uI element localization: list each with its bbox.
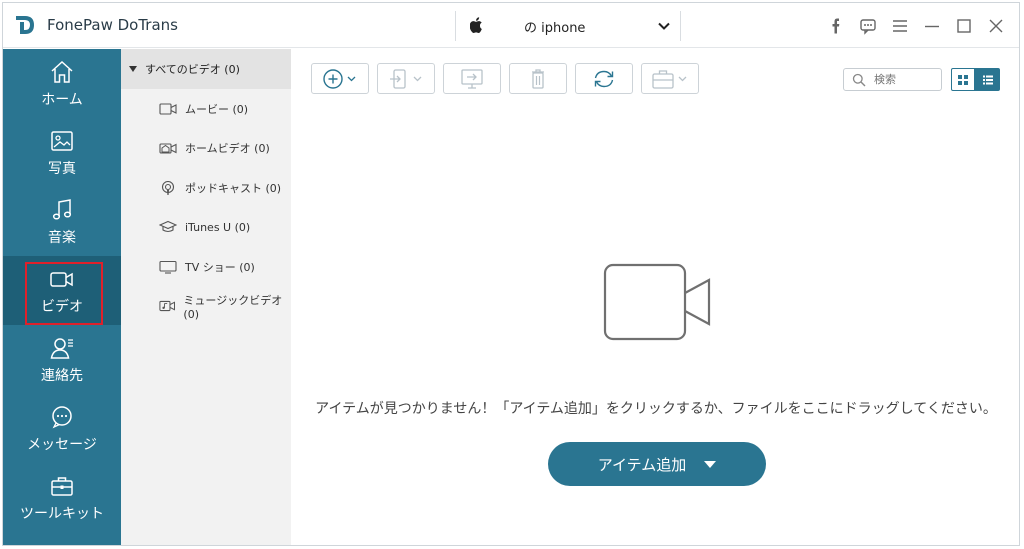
category-all-videos[interactable]: すべてのビデオ (0) <box>121 49 291 89</box>
caret-down-icon <box>704 460 717 468</box>
category-item-label: iTunes U (0) <box>185 220 251 234</box>
app-window: FonePaw DoTrans の iphone ホーム 写真 音楽 ビデオ 連… <box>2 2 1020 546</box>
search-input[interactable] <box>874 73 934 86</box>
add-item-button-label: アイテム追加 <box>597 455 687 474</box>
menu-icon[interactable] <box>891 17 909 35</box>
chevron-down-icon <box>658 22 670 30</box>
nav-item-contacts[interactable]: 連絡先 <box>3 325 121 394</box>
category-item-label: ポッドキャスト (0) <box>185 181 282 195</box>
title-bar: FonePaw DoTrans の iphone <box>3 3 1019 48</box>
add-item-button[interactable]: アイテム追加 <box>548 442 766 486</box>
home-video-icon <box>159 143 177 154</box>
itunes-u-icon <box>159 221 177 233</box>
category-item-movies[interactable]: ムービー (0) <box>121 89 291 129</box>
category-item-label: TV ショー (0) <box>185 260 255 274</box>
main-content: アイテムが見つかりません！「アイテム追加」をクリックするか、ファイルをここにドラ… <box>291 49 1019 545</box>
contacts-icon <box>50 337 73 359</box>
search-box[interactable] <box>843 68 942 91</box>
apple-icon <box>470 17 482 33</box>
category-item-itunes-u[interactable]: iTunes U (0) <box>121 208 291 248</box>
app-title: FonePaw DoTrans <box>47 16 178 34</box>
nav-item-label: 写真 <box>48 160 76 177</box>
search-icon <box>852 73 866 86</box>
window-controls <box>827 17 1005 35</box>
category-item-label: ホームビデオ (0) <box>185 142 270 156</box>
movie-icon <box>159 103 177 115</box>
photo-icon <box>51 130 73 151</box>
refresh-button[interactable] <box>575 63 633 94</box>
close-icon[interactable] <box>987 17 1005 35</box>
maximize-icon[interactable] <box>955 17 973 35</box>
nav-item-toolkit[interactable]: ツールキット <box>3 463 121 532</box>
nav-item-music[interactable]: 音楽 <box>3 187 121 256</box>
nav-item-home[interactable]: ホーム <box>3 49 121 118</box>
trash-icon <box>532 68 544 89</box>
category-item-home-video[interactable]: ホームビデオ (0) <box>121 129 291 169</box>
delete-button[interactable] <box>509 63 567 94</box>
nav-item-label: メッセージ <box>27 436 97 453</box>
toolbox-icon <box>652 69 687 89</box>
podcast-icon <box>161 180 175 195</box>
music-icon <box>52 198 72 220</box>
nav-item-label: ツールキット <box>20 505 104 522</box>
grid-view-button[interactable] <box>951 68 975 91</box>
message-icon <box>52 405 72 428</box>
toolkit-icon <box>51 476 73 496</box>
category-item-label: ミュージックビデオ (0) <box>183 293 283 321</box>
refresh-icon <box>594 70 614 87</box>
nav-item-photos[interactable]: 写真 <box>3 118 121 187</box>
category-item-label: ムービー (0) <box>185 102 249 116</box>
export-to-pc-button[interactable] <box>443 63 501 94</box>
nav-item-label: 音楽 <box>48 229 76 246</box>
category-panel: すべてのビデオ (0) ムービー (0) ホームビデオ (0) ポッドキャスト … <box>121 49 291 545</box>
category-item-podcasts[interactable]: ポッドキャスト (0) <box>121 168 291 208</box>
add-icon <box>323 68 356 89</box>
active-highlight-box <box>25 262 103 325</box>
add-button[interactable] <box>311 63 369 94</box>
app-logo-icon <box>16 16 34 34</box>
device-name: の iphone <box>524 21 586 36</box>
toolbar <box>311 63 699 95</box>
main-sidebar: ホーム 写真 音楽 ビデオ 連絡先 メッセージ ツールキット <box>3 49 121 545</box>
feedback-icon[interactable] <box>859 17 877 35</box>
export-to-device-button[interactable] <box>377 63 435 94</box>
device-selector[interactable]: の iphone <box>455 11 681 41</box>
toolbox-button[interactable] <box>641 63 699 94</box>
home-icon <box>51 60 73 83</box>
facebook-icon[interactable] <box>827 17 845 35</box>
list-icon <box>982 75 993 84</box>
empty-state-message: アイテムが見つかりません！「アイテム追加」をクリックするか、ファイルをここにドラ… <box>315 401 997 417</box>
category-header-label: すべてのビデオ (0) <box>145 63 240 76</box>
music-video-icon <box>159 301 176 312</box>
grid-icon <box>958 74 968 85</box>
export-pc-icon <box>461 68 483 89</box>
nav-item-label: 連絡先 <box>41 367 83 384</box>
empty-video-icon <box>603 263 711 341</box>
caret-down-icon <box>129 66 137 72</box>
minimize-icon[interactable] <box>923 17 941 35</box>
category-item-tv-shows[interactable]: TV ショー (0) <box>121 247 291 287</box>
category-item-music-videos[interactable]: ミュージックビデオ (0) <box>121 287 291 327</box>
list-view-button[interactable] <box>975 68 1000 91</box>
nav-item-messages[interactable]: メッセージ <box>3 394 121 463</box>
nav-item-label: ホーム <box>41 91 83 108</box>
tv-icon <box>159 260 177 274</box>
export-device-icon <box>390 68 422 89</box>
